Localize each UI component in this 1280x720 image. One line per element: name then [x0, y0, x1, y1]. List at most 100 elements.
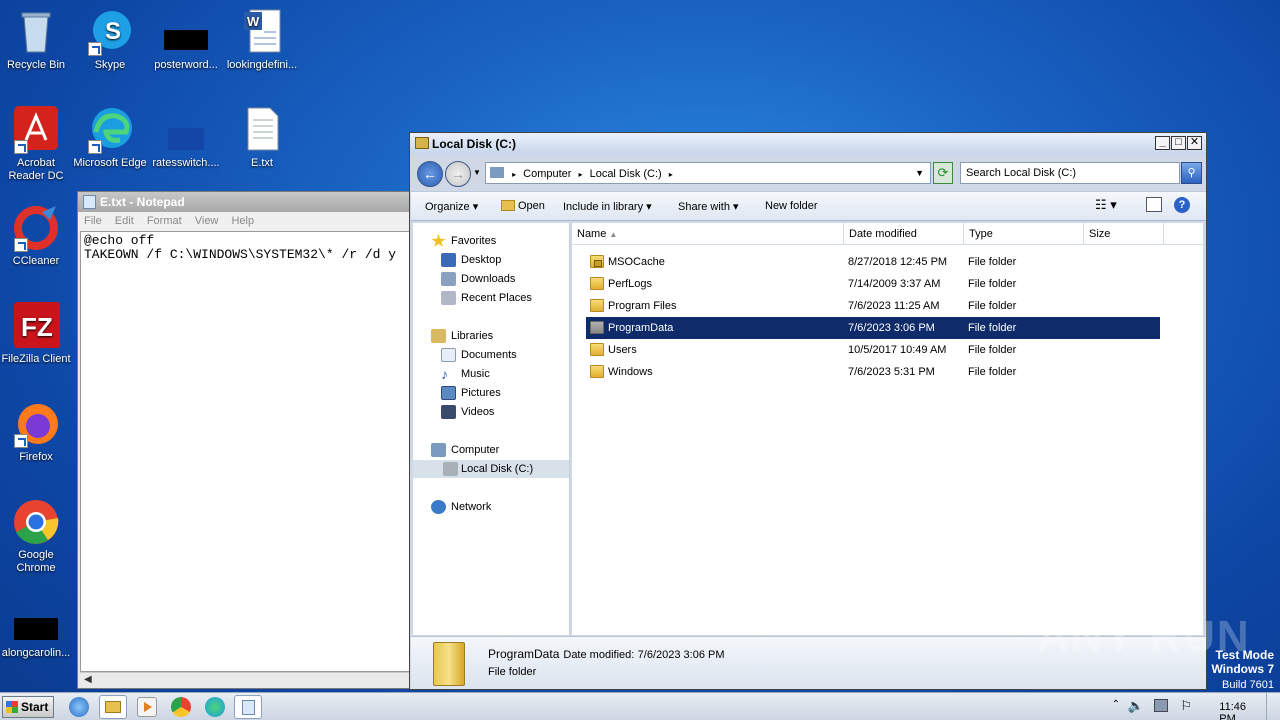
media-player-icon[interactable] [137, 697, 157, 717]
desktop-icon-edge[interactable]: Microsoft Edge [72, 106, 148, 170]
notepad-title-bar[interactable]: E.txt - Notepad [78, 192, 421, 212]
nav-favorites[interactable]: Favorites [431, 232, 496, 250]
preview-pane-icon[interactable] [1146, 197, 1162, 212]
svg-text:FZ: FZ [21, 312, 53, 342]
view-options-icon[interactable]: ☷ ▾ [1095, 197, 1117, 213]
notepad-taskbar-icon[interactable] [234, 695, 262, 719]
computer-small-icon [490, 167, 504, 178]
breadcrumb-local-disk[interactable]: Local Disk (C:) [590, 168, 662, 180]
network-tray-icon[interactable] [1154, 699, 1168, 712]
share-with-button[interactable]: Share with ▾ [678, 200, 739, 213]
nav-music[interactable]: ♪ Music [441, 365, 490, 383]
file-row-programdata[interactable]: ProgramData 7/6/2023 3:06 PM File folder [586, 317, 1160, 339]
notepad-icon [83, 195, 96, 209]
column-date-modified[interactable]: Date modified [844, 223, 964, 245]
column-headers: Name ▲ Date modified Type Size [572, 223, 1203, 245]
edge-taskbar-icon[interactable] [205, 697, 225, 717]
nav-network[interactable]: Network [431, 498, 491, 516]
desktop-icon-posterword[interactable]: posterword... [148, 8, 224, 72]
internet-explorer-icon[interactable] [69, 697, 89, 717]
maximize-button[interactable]: □ [1171, 136, 1186, 150]
shortcut-arrow-icon [14, 434, 28, 448]
minimize-button[interactable]: _ [1155, 136, 1170, 150]
column-size[interactable]: Size [1084, 223, 1164, 245]
desktop-icon-alongcarolin[interactable]: alongcarolin... [0, 596, 74, 660]
address-dropdown-icon[interactable]: ▼ [915, 168, 924, 178]
column-type[interactable]: Type [964, 223, 1084, 245]
videos-icon [441, 405, 456, 419]
clock[interactable]: 11:46 PM [1219, 701, 1246, 720]
breadcrumb-separator-icon[interactable]: ▸ [669, 170, 673, 179]
menu-format[interactable]: Format [147, 215, 182, 227]
file-row-perflogs[interactable]: PerfLogs 7/14/2009 3:37 AM File folder [586, 273, 1160, 295]
acrobat-icon [12, 106, 60, 154]
nav-pictures[interactable]: Pictures [441, 384, 501, 402]
notepad-text-area[interactable]: @echo off TAKEOWN /f C:\WINDOWS\SYSTEM32… [80, 231, 419, 672]
desktop-icon-ratesswitch[interactable]: ratesswitch.... [148, 106, 224, 170]
desktop-icon-ccleaner[interactable]: CCleaner [0, 204, 74, 268]
nav-libraries[interactable]: Libraries [431, 327, 493, 345]
show-desktop-button[interactable] [1266, 693, 1280, 720]
text-file-icon [238, 106, 286, 154]
details-date-label: Date modified: [563, 649, 635, 661]
desktop-icon-lookingdefini[interactable]: W lookingdefini... [224, 8, 300, 72]
windows-logo-icon [6, 701, 18, 713]
desktop-icon-filezilla[interactable]: FZ FileZilla Client [0, 302, 74, 366]
open-button[interactable]: Open [501, 200, 545, 212]
scroll-left-icon[interactable]: ◀ [84, 674, 92, 685]
menu-file[interactable]: File [84, 215, 102, 227]
breadcrumb-separator-icon[interactable]: ▸ [579, 170, 583, 179]
desktop-icon-firefox[interactable]: Firefox [0, 400, 74, 464]
nav-desktop[interactable]: Desktop [441, 251, 501, 269]
menu-view[interactable]: View [195, 215, 219, 227]
music-icon: ♪ [441, 366, 448, 382]
forward-button[interactable]: → [445, 161, 471, 187]
desktop-icon-skype[interactable]: S Skype [72, 8, 148, 72]
file-row-program-files[interactable]: Program Files 7/6/2023 11:25 AM File folde… [586, 295, 1160, 317]
file-row-windows[interactable]: Windows 7/6/2023 5:31 PM File folder [586, 361, 1160, 383]
volume-icon[interactable]: 🔈 [1128, 698, 1144, 714]
file-row-users[interactable]: Users 10/5/2017 10:49 AM File folder [586, 339, 1160, 361]
breadcrumb-computer[interactable]: Computer [523, 168, 571, 180]
nav-recent-places[interactable]: Recent Places [441, 289, 532, 307]
back-button[interactable]: ← [417, 161, 443, 187]
organize-button[interactable]: Organize ▾ [425, 200, 478, 213]
desktop-icon-chrome[interactable]: Google Chrome [0, 498, 74, 575]
desktop-icon-recycle-bin[interactable]: Recycle Bin [0, 8, 74, 72]
close-button[interactable]: ✕ [1187, 136, 1202, 150]
nav-videos[interactable]: Videos [441, 403, 494, 421]
include-in-library-button[interactable]: Include in library ▾ [563, 200, 652, 213]
action-center-flag-icon[interactable]: ⚐ [1180, 698, 1192, 714]
blank-blue-icon [162, 106, 210, 154]
pictures-icon [441, 386, 456, 400]
desktop-icon-etxt[interactable]: E.txt [224, 106, 300, 170]
menu-edit[interactable]: Edit [115, 215, 134, 227]
address-bar[interactable]: ▸ Computer ▸ Local Disk (C:) ▸ ▼ [485, 162, 931, 184]
file-row-msocache[interactable]: MSOCache 8/27/2018 12:45 PM File folder [586, 251, 1160, 273]
horizontal-scrollbar[interactable]: ◀ [80, 672, 419, 687]
network-icon [431, 500, 446, 514]
column-name[interactable]: Name ▲ [572, 223, 844, 245]
desktop-small-icon [441, 253, 456, 267]
show-hidden-icons[interactable]: ⌃ [1112, 699, 1120, 710]
nav-documents[interactable]: Documents [441, 346, 517, 364]
help-icon[interactable]: ? [1174, 197, 1190, 213]
desktop-icon-acrobat[interactable]: Acrobat Reader DC [0, 106, 74, 183]
explorer-title-bar[interactable]: Local Disk (C:) _ □ ✕ [410, 133, 1206, 155]
explorer-window[interactable]: Local Disk (C:) _ □ ✕ ← → ▼ ▸ Computer ▸… [409, 132, 1207, 690]
new-folder-button[interactable]: New folder [765, 200, 818, 212]
refresh-button[interactable]: ⟳ [933, 162, 953, 184]
start-button[interactable]: Start [2, 696, 54, 718]
history-dropdown-icon[interactable]: ▼ [473, 168, 481, 177]
explorer-taskbar-icon[interactable] [99, 695, 127, 719]
search-input[interactable]: Search Local Disk (C:) [960, 162, 1180, 184]
chrome-taskbar-icon[interactable] [171, 697, 191, 717]
nav-local-disk[interactable]: Local Disk (C:) [413, 460, 569, 478]
nav-computer[interactable]: Computer [431, 441, 499, 459]
desktop: { "desktop": { "icons": [ {"label": "Rec… [0, 0, 1280, 720]
search-icon[interactable]: ⚲ [1181, 162, 1202, 184]
notepad-window[interactable]: E.txt - Notepad File Edit Format View He… [77, 191, 422, 689]
svg-text:S: S [105, 18, 121, 45]
nav-downloads[interactable]: Downloads [441, 270, 515, 288]
menu-help[interactable]: Help [231, 215, 254, 227]
